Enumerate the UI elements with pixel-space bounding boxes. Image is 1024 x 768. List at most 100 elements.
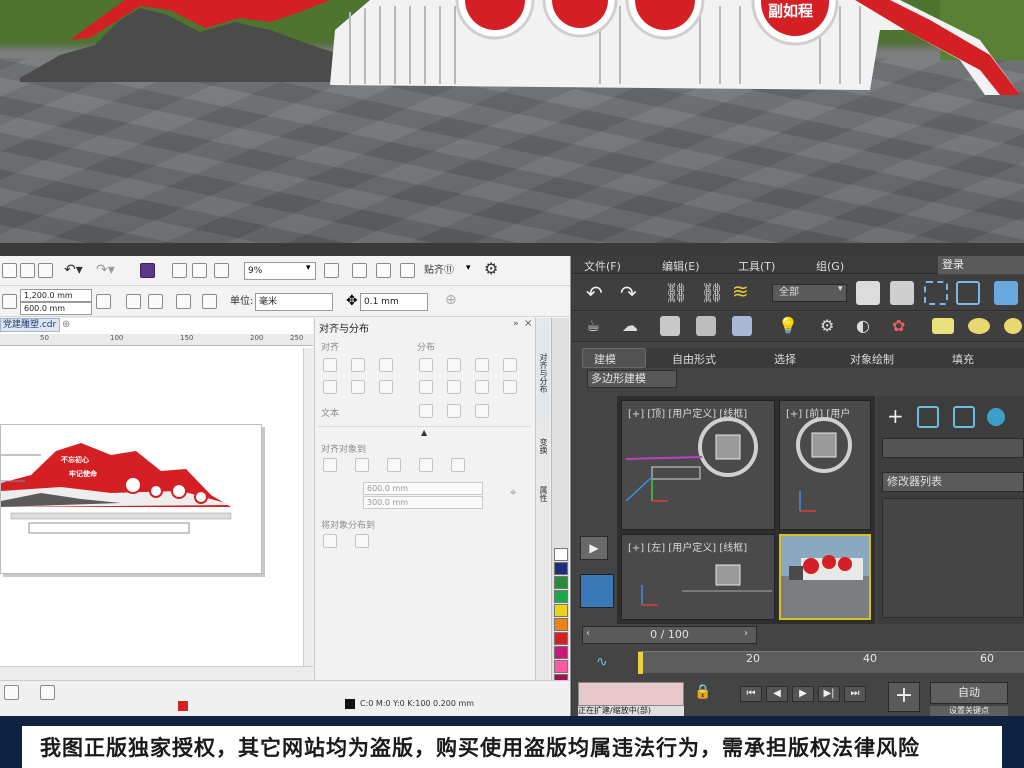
pick-point-icon[interactable]: ⌖ <box>510 486 516 500</box>
chevron-right-icon[interactable]: › <box>744 628 748 639</box>
next-frame-icon[interactable]: ▶| <box>818 686 840 702</box>
distribute-vspacing-icon[interactable] <box>503 380 517 394</box>
align-middle-icon[interactable] <box>351 380 365 394</box>
document-tab[interactable]: 党建雕塑.cdr <box>0 318 60 332</box>
side-tab-align[interactable]: 对齐与分布 <box>537 328 550 418</box>
modifier-stack[interactable] <box>882 498 1024 618</box>
undo-icon[interactable]: ↶ <box>586 281 603 305</box>
set-key-button[interactable]: 设置关键点 <box>930 706 1008 716</box>
lock-ratio-icon[interactable] <box>96 294 111 309</box>
open-icon[interactable] <box>20 263 35 278</box>
play-icon[interactable]: ▶ <box>792 686 814 702</box>
nudge-distance-field[interactable]: 0.1 mm <box>360 293 428 311</box>
align-right-icon[interactable] <box>379 358 393 372</box>
swatch[interactable] <box>554 618 568 631</box>
save-icon[interactable] <box>38 263 53 278</box>
modifier-list-select[interactable]: 修改器列表 <box>882 472 1024 492</box>
swatch[interactable] <box>554 632 568 645</box>
object-height-field[interactable]: 600.0 mm <box>20 302 92 315</box>
align-left-icon[interactable] <box>323 358 337 372</box>
text-bbox-icon[interactable] <box>475 404 489 418</box>
align-bottom-icon[interactable] <box>379 380 393 394</box>
add-key-icon[interactable]: + <box>888 682 920 712</box>
create-icon[interactable]: + <box>887 404 904 428</box>
select-move-icon[interactable] <box>994 281 1018 305</box>
chevron-down-icon[interactable]: ▾ <box>466 263 471 273</box>
bind-space-warp-icon[interactable]: ≋ <box>732 279 749 303</box>
add-tab-icon[interactable]: ⊕ <box>62 319 70 330</box>
hierarchy-icon[interactable] <box>953 406 975 428</box>
time-slider[interactable]: 0 / 100 <box>582 626 757 644</box>
viewport-perspective[interactable] <box>779 534 871 620</box>
redo-icon[interactable]: ↷▾ <box>96 262 115 278</box>
play-viewport-icon[interactable]: ▶ <box>580 536 608 560</box>
material-editor-icon[interactable] <box>696 316 716 336</box>
track-bar[interactable]: 20 40 60 <box>638 651 1024 674</box>
redo-icon[interactable]: ↷ <box>620 281 637 305</box>
goto-start-icon[interactable]: ⏮ <box>740 686 762 702</box>
swatch[interactable] <box>554 604 568 617</box>
swatch[interactable] <box>554 590 568 603</box>
polygon-modeling-button[interactable]: 多边形建模 <box>587 370 677 388</box>
tab-populate[interactable]: 填充 <box>952 351 974 367</box>
page-edge-icon[interactable] <box>355 458 369 472</box>
viewport-layout-icon[interactable] <box>580 574 614 608</box>
distribute-center-icon[interactable] <box>447 358 461 372</box>
viewport-left[interactable]: [+] [左] [用户定义] [线框] <box>621 534 775 620</box>
login-button[interactable]: 登录 <box>938 256 1024 274</box>
show-rulers-icon[interactable] <box>352 263 367 278</box>
vertical-scrollbar[interactable] <box>303 348 313 678</box>
side-tab-properties[interactable]: 属性 <box>537 474 550 514</box>
prev-frame-icon[interactable]: ◀ <box>766 686 788 702</box>
dome-icon[interactable] <box>968 318 990 334</box>
render-setup-icon[interactable] <box>660 316 680 336</box>
unlink-icon[interactable]: ⛓ <box>700 281 724 304</box>
swatch[interactable] <box>554 660 568 673</box>
align-y-field[interactable]: 300.0 mm <box>363 496 483 509</box>
portrait-icon[interactable] <box>126 294 141 309</box>
current-page-icon[interactable] <box>202 294 217 309</box>
viewport-front[interactable]: [+] [前] [用户 <box>779 400 871 530</box>
goto-end-icon[interactable]: ⏭ <box>844 686 866 702</box>
teapot-icon[interactable]: ☕ <box>586 316 600 335</box>
tab-freeform[interactable]: 自由形式 <box>672 351 716 367</box>
menu-group[interactable]: 组(G) <box>816 258 844 274</box>
tab-modeling[interactable]: 建模 <box>594 351 616 367</box>
menu-edit[interactable]: 编辑(E) <box>662 258 700 274</box>
publish-icon[interactable] <box>214 263 229 278</box>
chevron-down-icon[interactable]: ▾ <box>838 284 843 294</box>
specified-point-icon[interactable] <box>451 458 465 472</box>
distribute-top-icon[interactable] <box>419 380 433 394</box>
motion-icon[interactable] <box>987 408 1005 426</box>
horizontal-scrollbar[interactable] <box>0 666 313 680</box>
docker-menu-icon[interactable]: » <box>513 319 519 329</box>
sphere-icon[interactable]: ◐ <box>856 316 870 335</box>
undo-icon[interactable]: ↶▾ <box>64 262 83 278</box>
curve-editor-icon[interactable]: ∿ <box>596 654 608 670</box>
swatch[interactable] <box>554 646 568 659</box>
text-line-icon[interactable] <box>447 404 461 418</box>
align-center-icon[interactable] <box>351 358 365 372</box>
menu-file[interactable]: 文件(F) <box>584 258 621 274</box>
align-x-field[interactable]: 600.0 mm <box>363 482 483 495</box>
snap-to-label[interactable]: 贴齐⑪ <box>424 264 454 278</box>
chevron-down-icon[interactable]: ▾ <box>306 263 311 273</box>
tab-object-paint[interactable]: 对象绘制 <box>850 351 894 367</box>
lock-icon[interactable]: 🔒 <box>694 684 711 700</box>
distribute-left-icon[interactable] <box>419 358 433 372</box>
selection-filter-select[interactable]: 全部 <box>772 284 847 302</box>
select-by-name-icon[interactable] <box>890 281 914 305</box>
page-center-icon[interactable] <box>387 458 401 472</box>
gear-icon[interactable]: ⚙ <box>484 259 498 278</box>
swatch[interactable] <box>554 576 568 589</box>
modify-icon[interactable] <box>917 406 939 428</box>
object-width-field[interactable]: 1,200.0 mm <box>20 289 92 302</box>
full-screen-icon[interactable] <box>324 263 339 278</box>
distribute-right-icon[interactable] <box>475 358 489 372</box>
all-pages-icon[interactable] <box>176 294 191 309</box>
units-select[interactable]: 毫米 <box>255 293 333 311</box>
select-object-icon[interactable] <box>856 281 880 305</box>
viewport-top[interactable]: [+] [顶] [用户定义] [线框] <box>621 400 775 530</box>
align-top-icon[interactable] <box>323 380 337 394</box>
distribute-bottom-icon[interactable] <box>475 380 489 394</box>
